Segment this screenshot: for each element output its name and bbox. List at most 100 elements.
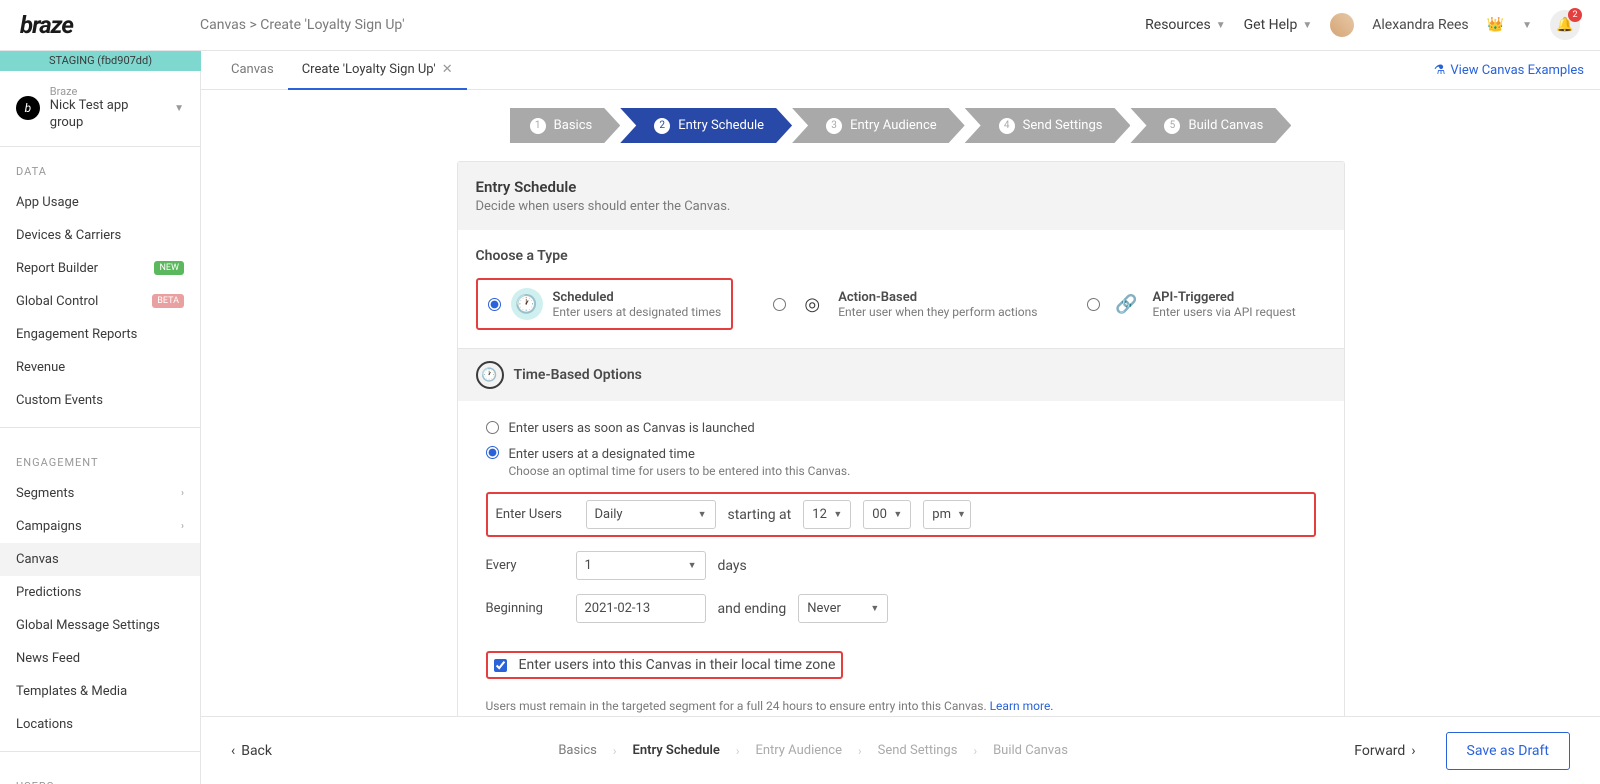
sidebar-item-label: Revenue [16, 360, 65, 375]
sidebar-item-label: Global Control [16, 294, 98, 309]
nav-section-users: USERS [0, 762, 200, 784]
opt-launch[interactable]: Enter users as soon as Canvas is launche… [486, 421, 1316, 436]
sidebar-item-segments[interactable]: Segments› [0, 477, 200, 510]
close-icon[interactable]: ✕ [442, 62, 453, 77]
api-radio[interactable] [1087, 298, 1100, 311]
scheduled-radio[interactable] [488, 298, 501, 311]
app-icon: b [16, 96, 40, 120]
sidebar-item-app-usage[interactable]: App Usage [0, 186, 200, 219]
tabs: Canvas Create 'Loyalty Sign Up'✕ [217, 51, 467, 90]
step-num: 3 [826, 118, 842, 134]
resources-link[interactable]: Resources▼ [1145, 17, 1225, 33]
save-draft-button[interactable]: Save as Draft [1446, 732, 1570, 770]
opt-designated-sub: Choose an optimal time for users to be e… [509, 464, 851, 478]
sidebar-item-revenue[interactable]: Revenue [0, 351, 200, 384]
beginning-input[interactable]: 2021-02-13 [576, 594, 706, 623]
divider [0, 751, 200, 752]
fstep-entry-schedule[interactable]: Entry Schedule [632, 743, 719, 758]
opt-designated[interactable]: Enter users at a designated time Choose … [486, 446, 1316, 478]
fstep-entry-audience[interactable]: Entry Audience [755, 743, 842, 758]
opt-designated-label: Enter users at a designated time [509, 447, 695, 462]
step-basics[interactable]: 1Basics [510, 108, 621, 143]
ending-select[interactable]: Never▼ [798, 594, 888, 623]
view-examples-label: View Canvas Examples [1450, 63, 1584, 78]
get-help-link[interactable]: Get Help▼ [1244, 17, 1313, 33]
type-title: Scheduled [553, 290, 722, 305]
choose-type-label: Choose a Type [476, 248, 1326, 264]
sidebar-item-label: Locations [16, 717, 73, 732]
timezone-checkbox[interactable] [494, 659, 507, 672]
type-action-based[interactable]: ◎ Action-Based Enter user when they perf… [763, 280, 1047, 328]
step-entry-audience[interactable]: 3Entry Audience [792, 108, 965, 143]
every-row: Every 1▼ days [486, 551, 1316, 580]
sidebar-item-news-feed[interactable]: News Feed [0, 642, 200, 675]
chevron-down-icon[interactable]: ▼ [1522, 20, 1532, 31]
sidebar-item-canvas[interactable]: Canvas [0, 543, 200, 576]
step-send-settings[interactable]: 4Send Settings [965, 108, 1131, 143]
minute-select[interactable]: 00▼ [863, 500, 911, 529]
opt-launch-radio[interactable] [486, 421, 499, 434]
chevron-right-icon: › [973, 744, 977, 758]
every-label: Every [486, 558, 564, 573]
sidebar-item-global-message[interactable]: Global Message Settings [0, 609, 200, 642]
flask-icon: ⚗ [1434, 63, 1446, 78]
sidebar-item-locations[interactable]: Locations [0, 708, 200, 741]
view-examples-link[interactable]: ⚗ View Canvas Examples [1434, 63, 1584, 78]
type-text: Scheduled Enter users at designated time… [553, 290, 722, 319]
type-text: API-Triggered Enter users via API reques… [1152, 290, 1295, 319]
chevron-down-icon: ▼ [688, 560, 697, 571]
panel-title: Entry Schedule [476, 178, 1326, 196]
fstep-basics[interactable]: Basics [558, 743, 597, 758]
type-api-triggered[interactable]: 🔗 API-Triggered Enter users via API requ… [1077, 280, 1305, 328]
time-options-title: Time-Based Options [514, 367, 642, 383]
fstep-build-canvas[interactable]: Build Canvas [993, 743, 1068, 758]
learn-more-link[interactable]: Learn more. [990, 699, 1054, 713]
opt-designated-radio[interactable] [486, 446, 499, 459]
sidebar-item-label: Custom Events [16, 393, 103, 408]
footer-steps: Basics› Entry Schedule› Entry Audience› … [302, 743, 1324, 758]
sidebar-item-custom-events[interactable]: Custom Events [0, 384, 200, 417]
every-select[interactable]: 1▼ [576, 551, 706, 580]
step-build-canvas[interactable]: 5Build Canvas [1130, 108, 1291, 143]
sidebar-item-predictions[interactable]: Predictions [0, 576, 200, 609]
step-entry-schedule[interactable]: 2Entry Schedule [620, 108, 792, 143]
panel-header: Entry Schedule Decide when users should … [458, 162, 1344, 230]
chevron-right-icon: › [181, 521, 184, 532]
sidebar-item-label: Global Message Settings [16, 618, 160, 633]
sidebar-item-label: Segments [16, 486, 74, 501]
sidebar-item-devices[interactable]: Devices & Carriers [0, 219, 200, 252]
hour-select[interactable]: 12▼ [803, 500, 851, 529]
sidebar-item-report-builder[interactable]: Report BuilderNEW [0, 252, 200, 285]
action-radio[interactable] [773, 298, 786, 311]
sidebar-item-campaigns[interactable]: Campaigns › [0, 510, 200, 543]
step-num: 4 [999, 118, 1015, 134]
crown-icon: 👑 [1487, 17, 1504, 33]
chevron-right-icon: › [858, 744, 862, 758]
type-scheduled[interactable]: 🕐 Scheduled Enter users at designated ti… [476, 278, 734, 330]
sidebar-item-engagement-reports[interactable]: Engagement Reports [0, 318, 200, 351]
tab-canvas[interactable]: Canvas [217, 51, 288, 90]
fstep-send-settings[interactable]: Send Settings [878, 743, 958, 758]
clock-icon: 🕐 [511, 288, 543, 320]
forward-label: Forward [1354, 743, 1405, 759]
sidebar-item-templates[interactable]: Templates & Media [0, 675, 200, 708]
step-num: 2 [654, 118, 670, 134]
tab-create[interactable]: Create 'Loyalty Sign Up'✕ [288, 51, 467, 90]
avatar[interactable] [1330, 13, 1354, 37]
frequency-select[interactable]: Daily▼ [586, 500, 716, 529]
sidebar: b Braze Nick Test app group ▼ DATA App U… [0, 71, 201, 784]
notifications-button[interactable]: 🔔 2 [1550, 10, 1580, 40]
logo[interactable]: braze [20, 11, 200, 39]
ampm-select[interactable]: pm▼ [923, 500, 971, 529]
app-selector[interactable]: b Braze Nick Test app group ▼ [0, 71, 200, 147]
timezone-row[interactable]: Enter users into this Canvas in their lo… [486, 651, 844, 679]
back-label: Back [241, 743, 272, 759]
forward-button[interactable]: Forward› [1354, 743, 1415, 759]
notification-count: 2 [1568, 8, 1582, 22]
sidebar-item-label: Campaigns [16, 519, 82, 534]
sidebar-item-global-control[interactable]: Global ControlBETA [0, 285, 200, 318]
chevron-down-icon: ▼ [957, 509, 966, 520]
step-num: 1 [530, 118, 546, 134]
back-button[interactable]: ‹Back [231, 743, 272, 759]
entry-schedule-panel: Entry Schedule Decide when users should … [457, 161, 1345, 716]
